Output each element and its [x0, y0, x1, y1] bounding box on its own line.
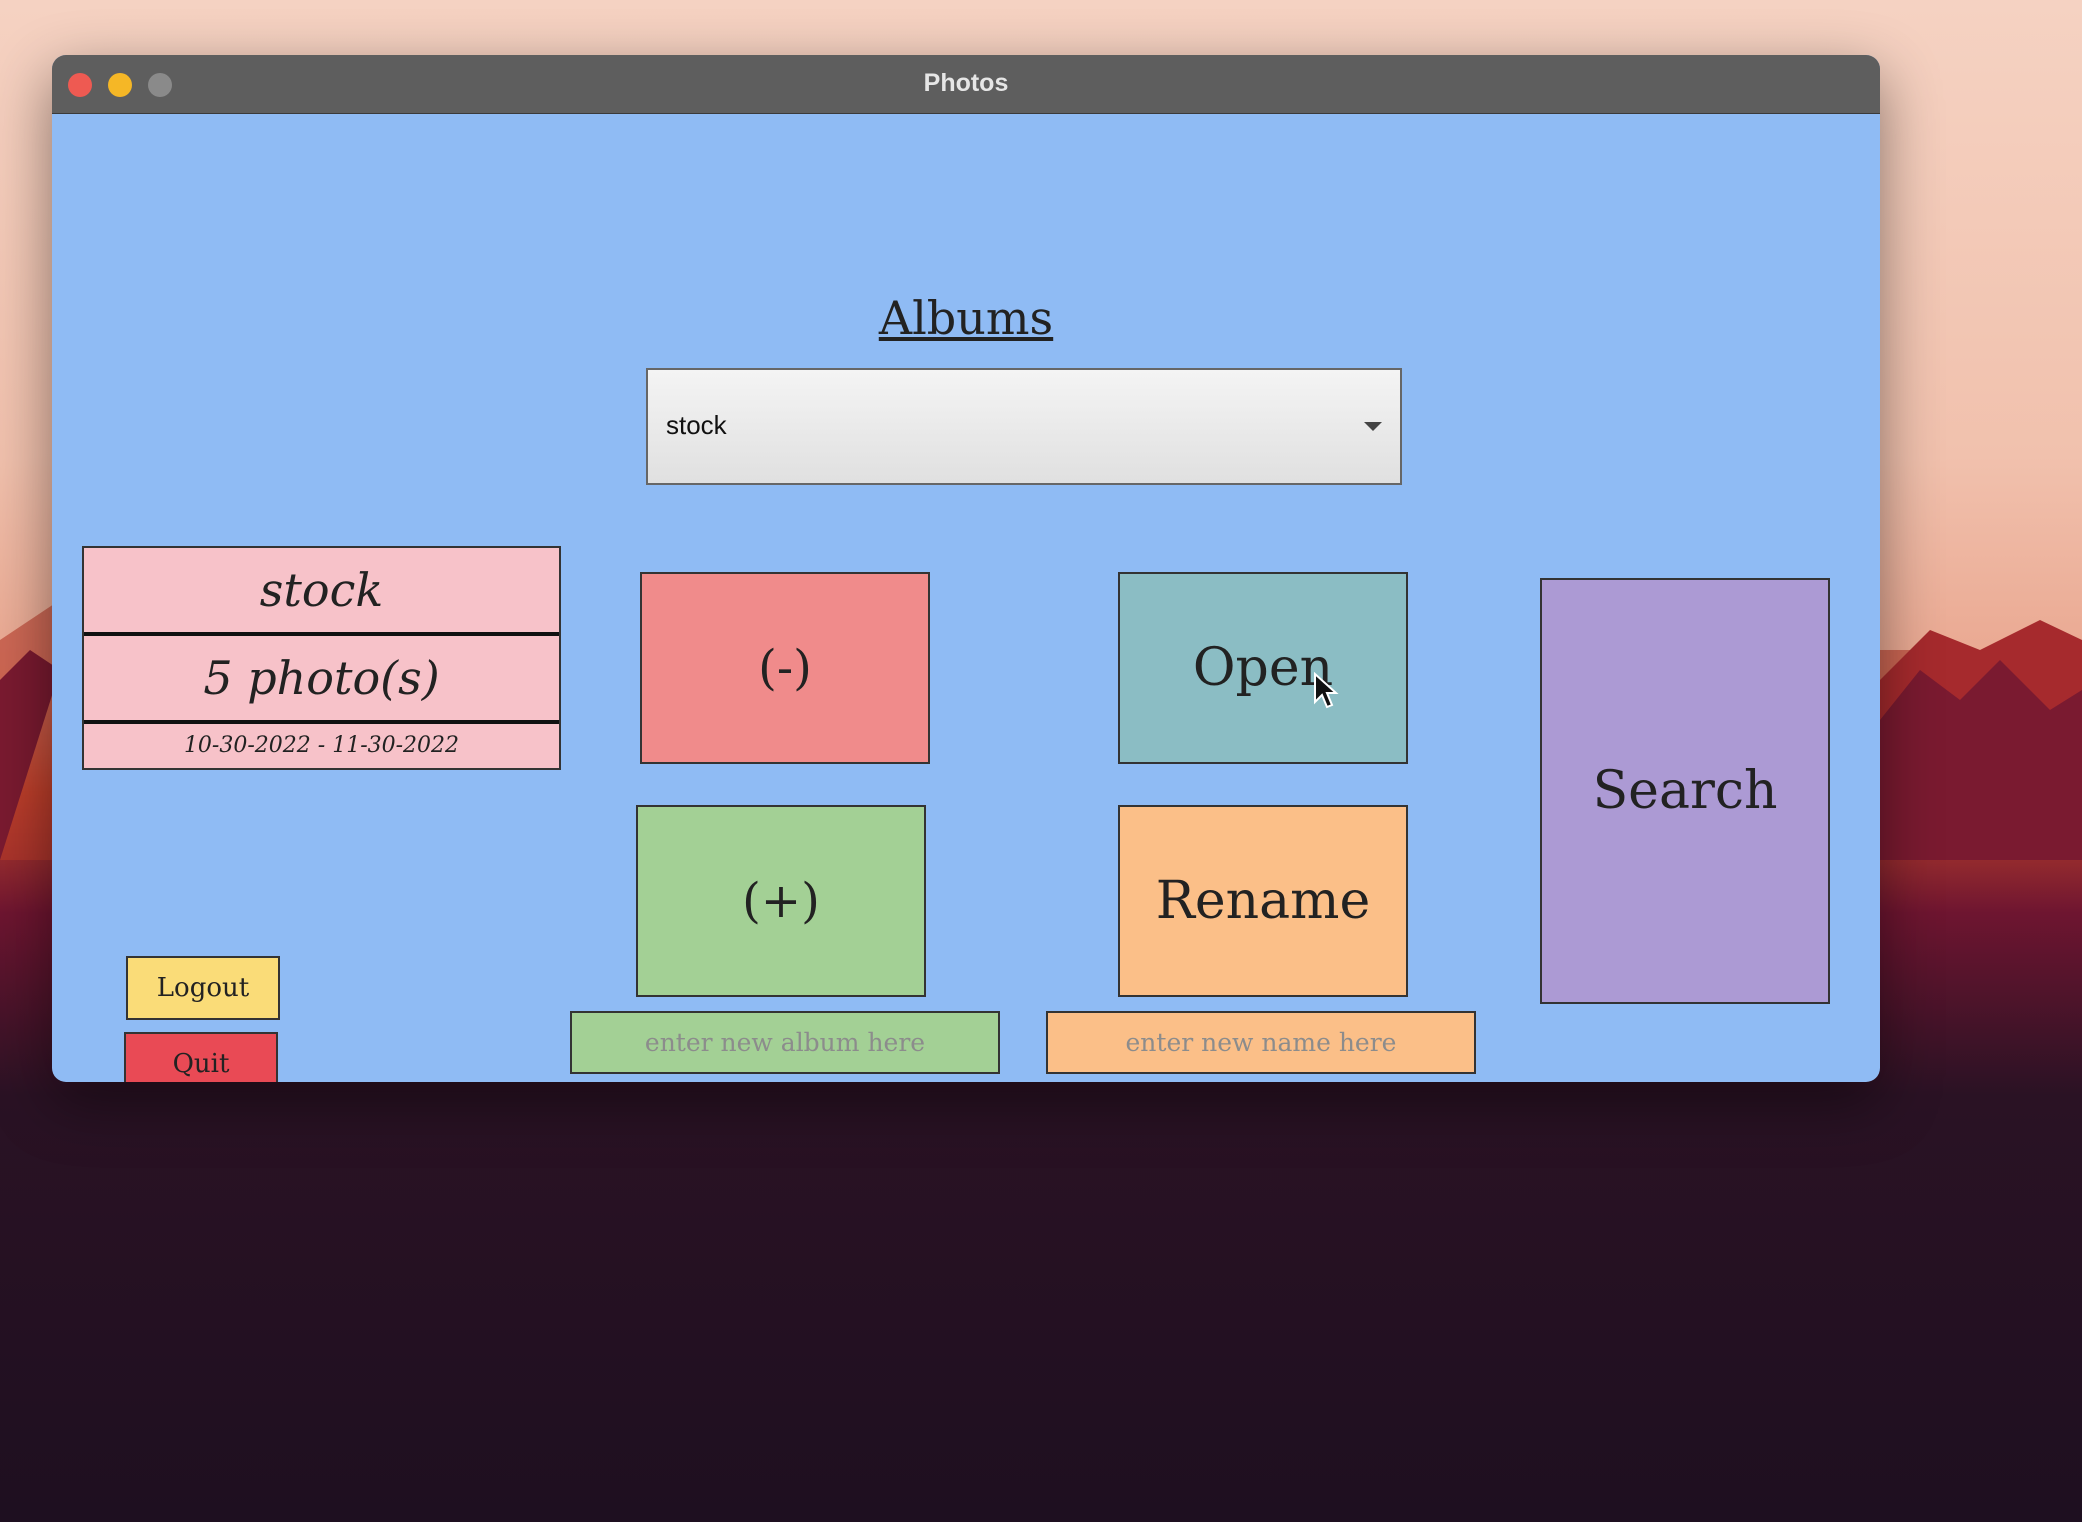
photo-count-label: 5 photo(s) — [84, 636, 559, 724]
new-album-input[interactable] — [570, 1011, 1000, 1074]
photos-window: Photos Albums stock stock 5 photo(s) 10-… — [52, 55, 1880, 1082]
new-name-input[interactable] — [1046, 1011, 1476, 1074]
logout-button[interactable]: Logout — [126, 956, 280, 1020]
delete-album-button[interactable]: (-) — [640, 572, 930, 764]
album-dropdown-value: stock — [666, 410, 727, 440]
album-dropdown[interactable]: stock — [646, 368, 1402, 485]
search-button[interactable]: Search — [1540, 578, 1830, 1004]
date-range-label: 10-30-2022 - 11-30-2022 — [183, 733, 460, 758]
add-album-button[interactable]: (+) — [636, 805, 926, 997]
window-title: Photos — [923, 69, 1009, 97]
album-name-label: stock — [84, 548, 559, 636]
chevron-down-icon — [1364, 422, 1382, 431]
quit-button[interactable]: Quit — [124, 1032, 278, 1082]
mouse-pointer-icon — [1314, 672, 1339, 709]
albums-heading: Albums — [878, 291, 1054, 345]
main-content: Albums stock stock 5 photo(s) 10-30-2022… — [52, 113, 1880, 1082]
title-bar: Photos — [52, 55, 1880, 114]
rename-album-button[interactable]: Rename — [1118, 805, 1408, 997]
open-album-button[interactable]: Open — [1118, 572, 1408, 764]
album-info-card: stock 5 photo(s) 10-30-2022 - 11-30-2022 — [82, 546, 561, 770]
